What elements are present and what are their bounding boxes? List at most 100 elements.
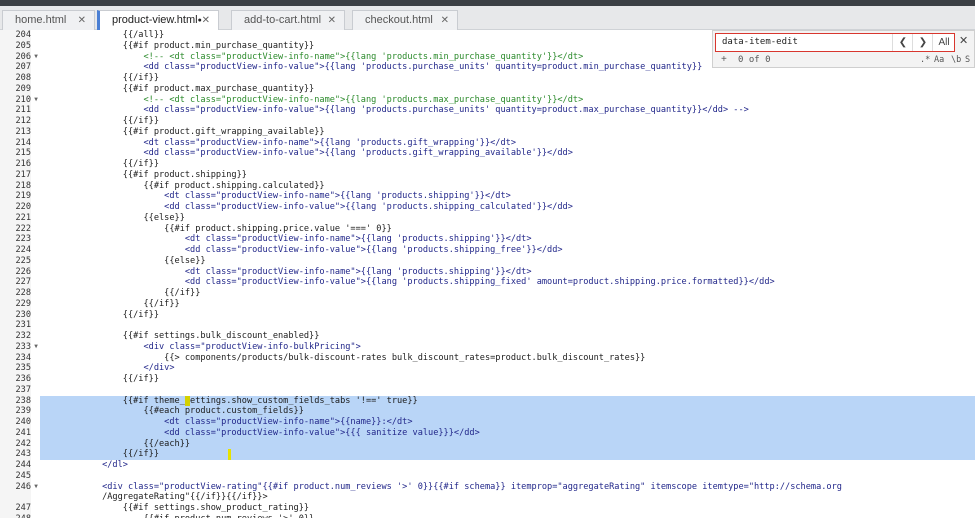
fold-chevron-icon[interactable]: ▼ <box>32 95 40 106</box>
fold-chevron-icon[interactable]: ▼ <box>32 52 40 63</box>
code-line[interactable]: 217 {{#if product.shipping}} <box>0 169 975 181</box>
code-line[interactable]: 209 {{#if product.max_purchase_quantity}… <box>0 83 975 95</box>
plus-icon[interactable]: + <box>721 53 727 67</box>
code-line[interactable]: 240 <dt class="productView-info-name">{{… <box>0 417 975 428</box>
code-line[interactable]: 216 {{/if}} <box>0 159 975 170</box>
code-text: {{#if product.shipping.price.value '==='… <box>40 223 392 234</box>
line-number: 248 <box>0 513 31 518</box>
code-editor[interactable]: 204 {{/all}} 205 {{#if product.min_purcha… <box>0 30 975 518</box>
line-number: 222 <box>0 223 31 235</box>
line-number: 205 <box>0 40 31 52</box>
tab-add-to-cart[interactable]: add-to-cart.html ✕ <box>231 10 345 30</box>
tab-close-icon[interactable]: ✕ <box>78 11 86 30</box>
tab-checkout[interactable]: checkout.html ✕ <box>352 10 458 30</box>
code-line[interactable]: 237 <box>0 384 975 396</box>
code-text: {{#if product.shipping.calculated}} <box>40 180 325 191</box>
code-text: {{/if}} <box>40 298 180 309</box>
line-number: 232 <box>0 331 31 342</box>
code-line[interactable]: 248 {{#if product.num_reviews '>' 0}} <box>0 513 975 518</box>
code-line[interactable]: 238 {{#if theme_settings.show_custom_fie… <box>0 395 975 407</box>
code-text: <dd class="productView-info-value">{{lan… <box>40 245 563 255</box>
tab-bar: home.html ✕ product-view.html● ✕ add-to-… <box>0 6 975 30</box>
code-text: <dd class="productView-info-value">{{{ s… <box>40 427 975 439</box>
regex-toggle[interactable]: .* <box>920 53 930 67</box>
tab-close-icon[interactable]: ✕ <box>202 11 210 30</box>
code-text: {{/if}} <box>40 73 159 83</box>
code-line[interactable]: /AggregateRating"{{/if}}{{/if}}> <box>0 492 975 503</box>
code-line[interactable]: 214 <dt class="productView-info-name">{{… <box>0 137 975 149</box>
find-previous-button[interactable]: ❮ <box>892 34 913 51</box>
code-line[interactable]: 223 <dt class="productView-info-name">{{… <box>0 234 975 245</box>
find-next-button[interactable]: ❯ <box>912 34 933 51</box>
code-line[interactable]: 228 {{/if}} <box>0 288 975 299</box>
code-line[interactable]: 226 <dt class="productView-info-name">{{… <box>0 266 975 278</box>
line-number: 229 <box>0 298 31 310</box>
find-input[interactable]: data-item-edit ❮ ❯ All <box>715 33 955 52</box>
code-line[interactable]: 239 {{#each product.custom_fields}} <box>0 406 975 417</box>
code-line[interactable]: 212 {{/if}} <box>0 116 975 127</box>
close-icon[interactable]: ✕ <box>959 34 968 47</box>
tab-close-icon[interactable]: ✕ <box>328 11 336 30</box>
code-line[interactable]: 245 <box>0 470 975 482</box>
match-count: 0 of 0 <box>738 55 771 65</box>
tab-home[interactable]: home.html ✕ <box>2 10 95 30</box>
code-text: <dt class="productView-info-name">{{lang… <box>40 191 511 202</box>
line-number: 217 <box>0 169 31 181</box>
line-number: 234 <box>0 352 31 364</box>
line-number: 214 <box>0 137 31 149</box>
code-line[interactable]: 242 {{/each}} <box>0 438 975 450</box>
line-number: 226 <box>0 266 31 278</box>
find-options-row: + 0 of 0 .* Aa \b S <box>713 53 975 67</box>
code-line[interactable]: 243 {{/if}} <box>0 449 975 460</box>
code-line[interactable]: 247 {{#if settings.show_product_rating}} <box>0 503 975 514</box>
code-line[interactable]: 221 {{else}} <box>0 212 975 224</box>
code-line[interactable]: 241 <dd class="productView-info-value">{… <box>0 427 975 439</box>
line-number: 206 <box>0 51 31 63</box>
fold-chevron-icon[interactable]: ▼ <box>32 482 40 493</box>
code-line[interactable]: 213 {{#if product.gift_wrapping_availabl… <box>0 126 975 138</box>
code-line[interactable]: 246 ▼ <div class="productView-rating"{{#i… <box>0 481 975 493</box>
code-line[interactable]: 224 <dd class="productView-info-value">{… <box>0 245 975 256</box>
fold-chevron-icon[interactable]: ▼ <box>32 342 40 353</box>
code-line[interactable]: 236 {{/if}} <box>0 374 975 385</box>
code-line[interactable]: 227 <dd class="productView-info-value">{… <box>0 277 975 288</box>
code-line[interactable]: 244 </dl> <box>0 460 975 471</box>
code-line[interactable]: 210 ▼ <!-- <dt class="productView-info-na… <box>0 94 975 106</box>
in-selection-toggle[interactable]: S <box>965 53 970 67</box>
tab-product-view[interactable]: product-view.html● ✕ <box>97 10 219 30</box>
code-line[interactable]: 229 {{/if}} <box>0 298 975 310</box>
code-line[interactable]: 234 {{> components/products/bulk-discoun… <box>0 352 975 364</box>
code-line[interactable]: 232 {{#if settings.bulk_discount_enabled… <box>0 331 975 342</box>
code-line[interactable]: 218 {{#if product.shipping.calculated}} <box>0 180 975 192</box>
whole-word-toggle[interactable]: \b <box>951 53 961 67</box>
case-toggle[interactable]: Aa <box>934 53 944 67</box>
code-line[interactable]: 233 ▼ <div class="productView-info-bulkPr… <box>0 341 975 353</box>
tab-close-icon[interactable]: ✕ <box>441 11 449 30</box>
line-number: 238 <box>0 395 31 407</box>
line-number: 224 <box>0 245 31 256</box>
code-line[interactable]: 235 </div> <box>0 363 975 374</box>
line-number: 244 <box>0 460 31 471</box>
code-line[interactable]: 215 <dd class="productView-info-value">{… <box>0 148 975 159</box>
code-text: {{#each product.custom_fields}} <box>40 406 975 417</box>
code-line[interactable]: 219 <dt class="productView-info-name">{{… <box>0 191 975 202</box>
code-line[interactable]: 231 <box>0 320 975 331</box>
code-text: <dt class="productView-info-name">{{name… <box>40 417 975 428</box>
code-line[interactable]: 208 {{/if}} <box>0 73 975 84</box>
code-line[interactable]: 230 {{/if}} <box>0 309 975 321</box>
code-line[interactable]: 220 <dd class="productView-info-value">{… <box>0 202 975 213</box>
code-line[interactable]: 225 {{else}} <box>0 255 975 267</box>
code-line[interactable]: 211 <dd class="productView-info-value">{… <box>0 105 975 116</box>
find-all-button[interactable]: All <box>932 34 955 51</box>
code-line[interactable]: 222 {{#if product.shipping.price.value '… <box>0 223 975 235</box>
